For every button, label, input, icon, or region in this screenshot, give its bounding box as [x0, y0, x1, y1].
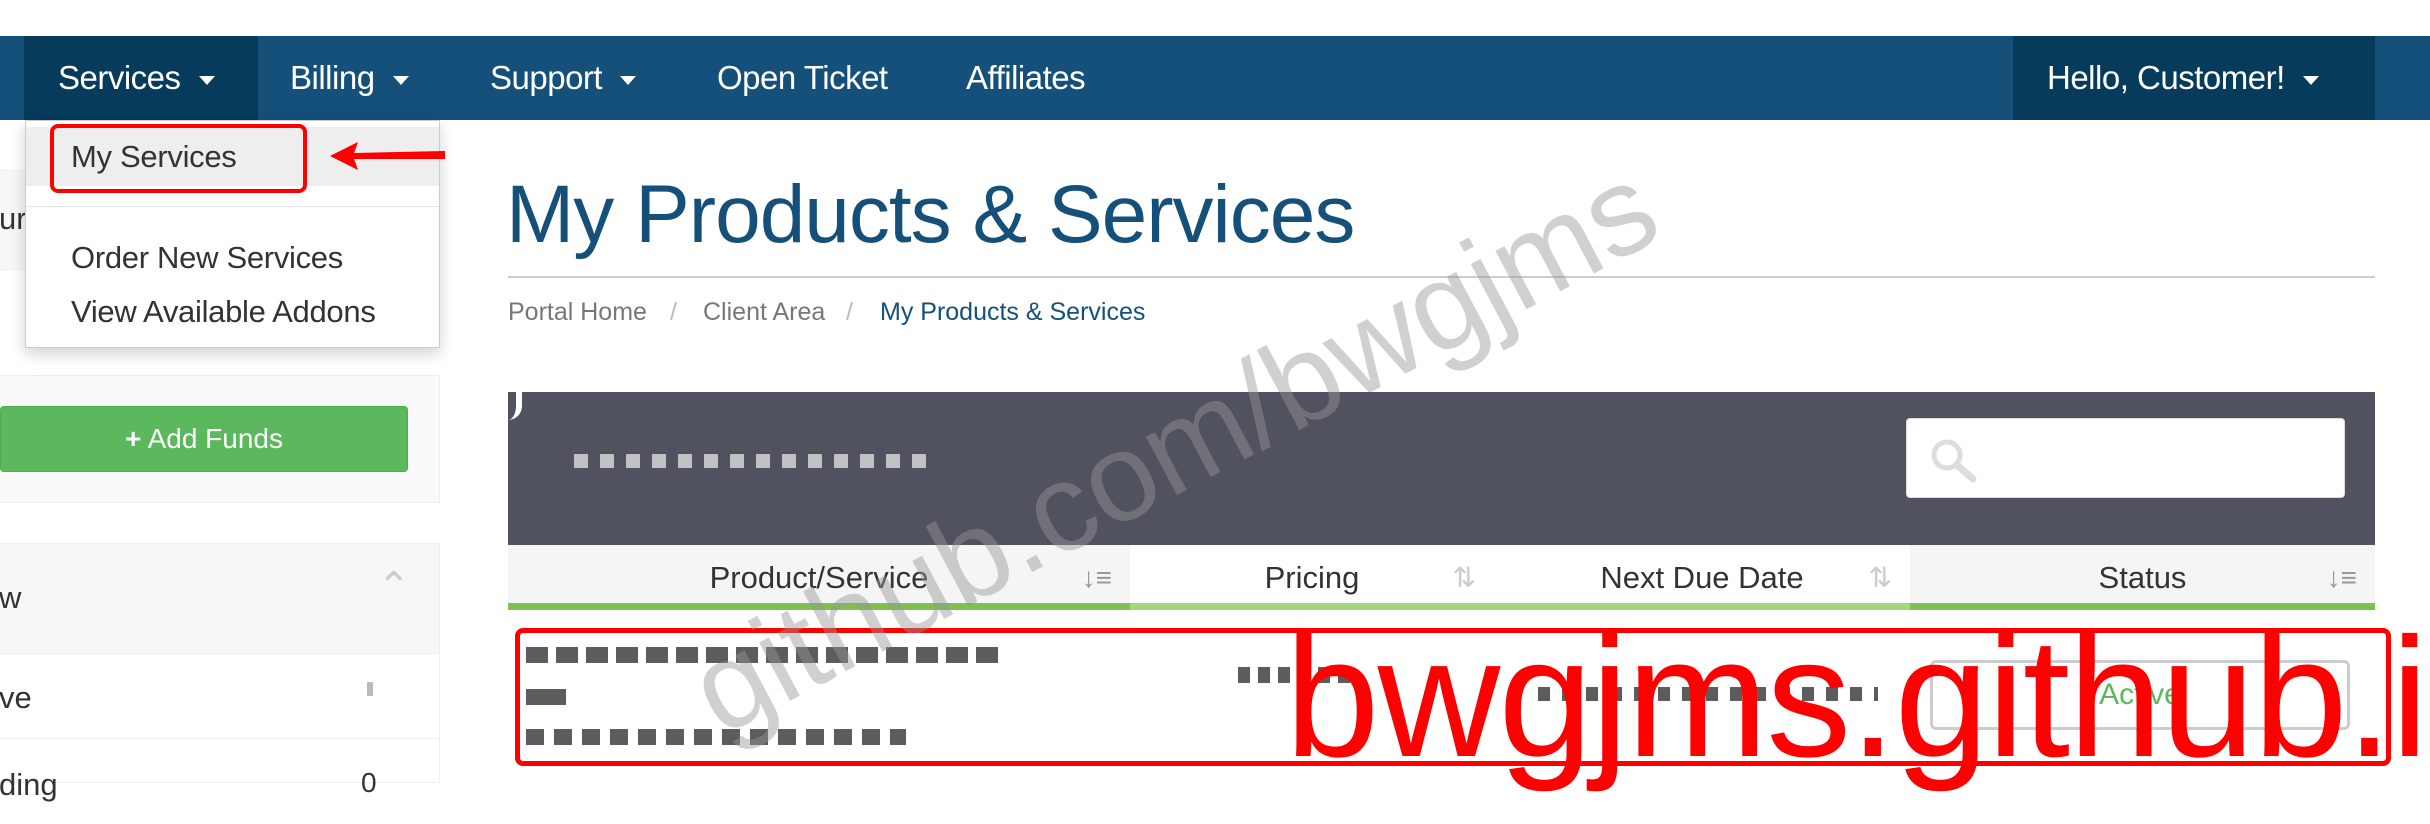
divider [26, 206, 439, 207]
breadcrumb-portal-home[interactable]: Portal Home [508, 298, 647, 327]
count-badge [367, 682, 373, 696]
annotation-box [50, 124, 307, 193]
menu-item-order-new-services[interactable]: Order New Services [26, 233, 439, 283]
caret-down-icon [198, 75, 215, 85]
count-badge: 0 [361, 767, 377, 798]
breadcrumb-separator: / [670, 298, 677, 326]
user-greeting: Hello, Customer! [2047, 59, 2285, 96]
nav-open-ticket[interactable]: Open Ticket [717, 36, 888, 120]
item-label: ding [0, 767, 58, 802]
nav-billing[interactable]: Billing [290, 36, 409, 120]
column-label: Pricing [1264, 560, 1360, 595]
list-item[interactable]: ve [0, 654, 439, 739]
nav-label: Billing [290, 59, 375, 96]
table-search-input[interactable] [1906, 418, 2345, 498]
column-label: Next Due Date [1600, 560, 1804, 595]
breadcrumb-client-area[interactable]: Client Area [703, 298, 825, 327]
nav-affiliates[interactable]: Affiliates [966, 36, 1086, 120]
caret-down-icon [392, 75, 409, 85]
nav-support[interactable]: Support [490, 36, 637, 120]
annotation-arrow-icon [330, 142, 445, 170]
table-info-redacted [574, 454, 934, 468]
caret-down-icon [620, 75, 637, 85]
column-label: Status [2098, 560, 2187, 595]
item-label: ve [0, 680, 32, 715]
search-icon [1931, 439, 1977, 483]
panel-title: w [0, 580, 22, 615]
watermark-red-text: bwgjms.github.io [1285, 603, 2430, 793]
user-menu[interactable]: Hello, Customer! [2013, 36, 2375, 120]
breadcrumb-current: My Products & Services [880, 298, 1146, 326]
add-funds-button[interactable]: + Add Funds [0, 406, 408, 472]
page-title: My Products & Services [506, 169, 1355, 260]
top-navbar: Services Billing Support Open Ticket Aff… [0, 36, 2430, 120]
nav-label: Services [58, 59, 181, 96]
nav-label: Support [490, 59, 603, 96]
plus-icon: + [124, 423, 142, 454]
decor [508, 392, 522, 420]
breadcrumb-separator: / [846, 298, 853, 326]
sidebar-overview-panel: w ⌃ ve ding 0 [0, 543, 440, 802]
menu-item-view-addons[interactable]: View Available Addons [26, 287, 439, 337]
list-item[interactable]: ding 0 [0, 739, 439, 824]
panel-title: ur [0, 201, 27, 236]
caret-down-icon [2302, 75, 2319, 85]
nav-services[interactable]: Services [24, 36, 258, 120]
button-label: Add Funds [147, 423, 283, 454]
panel-header[interactable]: w ⌃ [0, 544, 439, 654]
chevron-up-icon[interactable]: ⌃ [377, 564, 411, 610]
